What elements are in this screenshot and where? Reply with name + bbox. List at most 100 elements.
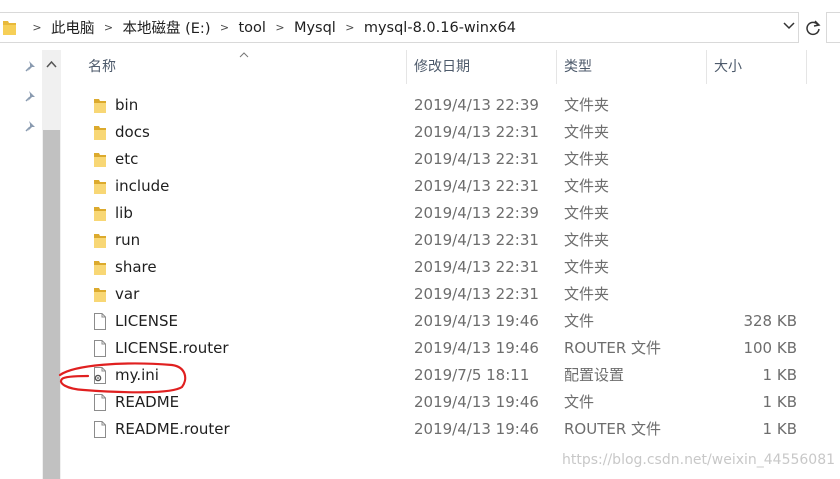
- file-name: LICENSE: [115, 312, 178, 330]
- breadcrumb-item-this-pc[interactable]: 此电脑: [50, 17, 96, 38]
- file-size: 328 KB: [743, 312, 797, 330]
- watermark-text: https://blog.csdn.net/weixin_44556081: [562, 452, 836, 468]
- column-header-date[interactable]: 修改日期: [414, 50, 470, 84]
- file-type: ROUTER 文件: [564, 420, 662, 438]
- file-icon: [92, 312, 108, 331]
- file-icon: [92, 420, 108, 439]
- pin-icon[interactable]: [24, 89, 38, 103]
- folder-icon: [92, 204, 108, 223]
- column-header-size[interactable]: 大小: [714, 50, 742, 84]
- scrollbar-thumb[interactable]: [43, 130, 60, 479]
- file-row[interactable]: bin 2019/4/13 22:39 文件夹: [62, 92, 840, 119]
- folder-icon: [92, 177, 108, 196]
- file-name: lib: [115, 204, 133, 222]
- file-date: 2019/4/13 22:31: [414, 123, 539, 141]
- file-name: run: [115, 231, 141, 249]
- file-type: 文件夹: [564, 285, 610, 303]
- file-row[interactable]: share 2019/4/13 22:31 文件夹: [62, 254, 840, 281]
- file-name: LICENSE.router: [115, 339, 229, 357]
- file-date: 2019/4/13 19:46: [414, 312, 539, 330]
- file-type: 文件夹: [564, 258, 610, 276]
- folder-icon: [92, 258, 108, 277]
- file-type: 文件夹: [564, 123, 610, 141]
- file-date: 2019/4/13 22:39: [414, 204, 539, 222]
- chevron-right-icon[interactable]: >: [337, 21, 363, 34]
- column-divider[interactable]: [706, 50, 707, 84]
- file-type: 文件夹: [564, 177, 610, 195]
- file-explorer-window: > 此电脑 > 本地磁盘 (E:) > tool > Mysql > mysql…: [0, 0, 840, 479]
- file-name: docs: [115, 123, 150, 141]
- file-type: 文件夹: [564, 150, 610, 168]
- address-bar[interactable]: > 此电脑 > 本地磁盘 (E:) > tool > Mysql > mysql…: [0, 12, 799, 43]
- chevron-right-icon[interactable]: >: [267, 21, 293, 34]
- file-date: 2019/4/13 22:31: [414, 150, 539, 168]
- file-name: share: [115, 258, 157, 276]
- file-name: var: [115, 285, 140, 303]
- chevron-down-icon[interactable]: [781, 18, 797, 34]
- breadcrumb-item-tool[interactable]: tool: [237, 20, 266, 36]
- folder-icon: [92, 285, 108, 304]
- file-name: include: [115, 177, 170, 195]
- file-row[interactable]: my.ini 2019/7/5 18:11 配置设置 1 KB: [62, 362, 840, 389]
- column-divider[interactable]: [406, 50, 407, 84]
- file-type: ROUTER 文件: [564, 339, 662, 357]
- file-type: 文件夹: [564, 231, 610, 249]
- file-type: 文件: [564, 393, 595, 411]
- file-row[interactable]: LICENSE 2019/4/13 19:46 文件 328 KB: [62, 308, 840, 335]
- folder-icon: [92, 96, 108, 115]
- file-name: my.ini: [115, 366, 159, 384]
- folder-icon: [92, 150, 108, 169]
- file-size: 1 KB: [762, 366, 797, 384]
- pin-icon[interactable]: [24, 59, 38, 73]
- file-type: 文件: [564, 312, 595, 330]
- breadcrumb-item-drive-e[interactable]: 本地磁盘 (E:): [122, 17, 212, 38]
- file-icon: [92, 339, 108, 358]
- file-row[interactable]: README 2019/4/13 19:46 文件 1 KB: [62, 389, 840, 416]
- file-date: 2019/4/13 22:31: [414, 258, 539, 276]
- file-size: 1 KB: [762, 393, 797, 411]
- file-row[interactable]: var 2019/4/13 22:31 文件夹: [62, 281, 840, 308]
- file-name: etc: [115, 150, 139, 168]
- column-divider[interactable]: [556, 50, 557, 84]
- breadcrumb: > 此电脑 > 本地磁盘 (E:) > tool > Mysql > mysql…: [24, 13, 517, 42]
- file-list: bin 2019/4/13 22:39 文件夹 docs 2019/4/13 22:31…: [62, 92, 840, 443]
- chevron-right-icon[interactable]: >: [24, 21, 50, 34]
- chevron-right-icon[interactable]: >: [96, 21, 122, 34]
- file-date: 2019/4/13 19:46: [414, 393, 539, 411]
- column-header-type[interactable]: 类型: [564, 50, 592, 84]
- scroll-up-arrow-icon[interactable]: [42, 50, 61, 78]
- column-headers: 名称 修改日期 类型 大小: [62, 50, 840, 84]
- file-name: bin: [115, 96, 139, 114]
- file-row[interactable]: LICENSE.router 2019/4/13 19:46 ROUTER 文件 10…: [62, 335, 840, 362]
- file-icon: [92, 393, 108, 412]
- column-header-name[interactable]: 名称: [88, 50, 116, 84]
- file-row[interactable]: include 2019/4/13 22:31 文件夹: [62, 173, 840, 200]
- search-box-edge[interactable]: [826, 12, 840, 43]
- folder-icon: [3, 21, 16, 35]
- breadcrumb-item-mysql[interactable]: Mysql: [293, 20, 337, 36]
- file-row[interactable]: README.router 2019/4/13 19:46 ROUTER 文件 1 K…: [62, 416, 840, 443]
- file-date: 2019/4/13 22:39: [414, 96, 539, 114]
- file-name: README.router: [115, 420, 230, 438]
- refresh-icon[interactable]: [803, 18, 823, 38]
- file-size: 100 KB: [743, 339, 797, 357]
- file-type: 配置设置: [564, 366, 625, 384]
- file-type: 文件夹: [564, 96, 610, 114]
- pin-icon[interactable]: [24, 119, 38, 133]
- file-row[interactable]: lib 2019/4/13 22:39 文件夹: [62, 200, 840, 227]
- chevron-right-icon[interactable]: >: [211, 21, 237, 34]
- file-date: 2019/4/13 19:46: [414, 339, 539, 357]
- column-divider[interactable]: [806, 50, 807, 84]
- file-name: README: [115, 393, 180, 411]
- settings-file-icon: [92, 366, 108, 385]
- breadcrumb-item-mysql-folder[interactable]: mysql-8.0.16-winx64: [363, 20, 517, 36]
- sort-ascending-icon: [239, 52, 249, 58]
- file-size: 1 KB: [762, 420, 797, 438]
- file-date: 2019/4/13 22:31: [414, 231, 539, 249]
- file-row[interactable]: docs 2019/4/13 22:31 文件夹: [62, 119, 840, 146]
- file-date: 2019/4/13 22:31: [414, 285, 539, 303]
- vertical-scrollbar[interactable]: [42, 50, 61, 479]
- file-row[interactable]: etc 2019/4/13 22:31 文件夹: [62, 146, 840, 173]
- file-row[interactable]: run 2019/4/13 22:31 文件夹: [62, 227, 840, 254]
- file-date: 2019/7/5 18:11: [414, 366, 530, 384]
